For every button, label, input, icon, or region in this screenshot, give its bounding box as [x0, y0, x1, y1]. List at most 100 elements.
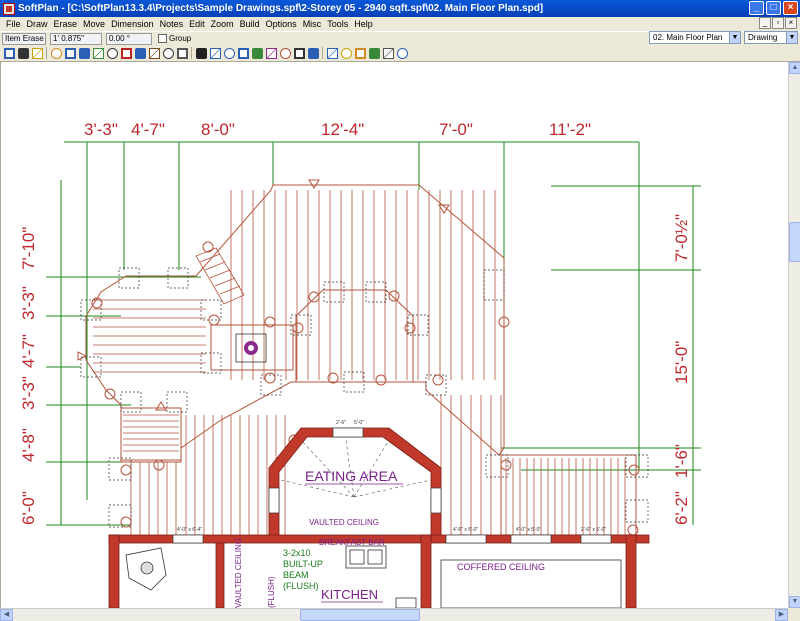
window-tag: 2'-6"	[336, 420, 346, 426]
layers-icon[interactable]	[266, 48, 277, 59]
menu-notes[interactable]: Notes	[157, 19, 187, 29]
zoom-out-icon[interactable]	[224, 48, 235, 59]
paint-icon[interactable]	[355, 48, 366, 59]
save-icon[interactable]	[4, 48, 15, 59]
doc-close-button[interactable]: ×	[785, 17, 797, 29]
menu-tools[interactable]: Tools	[324, 19, 351, 29]
maximize-button[interactable]: □	[766, 1, 781, 15]
beam-note-line: (FLUSH)	[283, 581, 319, 591]
menu-move[interactable]: Move	[80, 19, 108, 29]
scrollbar-corner	[788, 608, 800, 621]
zoom-fit-icon[interactable]	[238, 48, 249, 59]
top-dimension-label: 12'-4"	[321, 120, 364, 139]
right-dimension-label: 7'-0½"	[672, 214, 691, 262]
zoom-in-icon[interactable]	[210, 48, 221, 59]
pencil-icon[interactable]	[341, 48, 352, 59]
door-icon[interactable]	[149, 48, 160, 59]
menu-bar: FileDrawEraseMoveDimensionNotesEditZoomB…	[0, 17, 800, 31]
roof-icon[interactable]	[280, 48, 291, 59]
right-dimension-label: 1'-6"	[672, 444, 691, 478]
mode-field: Item Erase	[2, 33, 46, 45]
tool-bar	[0, 45, 800, 62]
grid2-icon[interactable]	[369, 48, 380, 59]
menu-file[interactable]: File	[3, 19, 24, 29]
text-icon[interactable]	[196, 48, 207, 59]
elevation-markers	[78, 180, 449, 410]
window-icon[interactable]	[135, 48, 146, 59]
dimension-icon[interactable]	[121, 48, 132, 59]
box-icon[interactable]	[163, 48, 174, 59]
3d-view-icon[interactable]	[327, 48, 338, 59]
group-checkbox[interactable]	[158, 34, 167, 43]
horizontal-scroll-thumb[interactable]	[300, 609, 420, 621]
undo-icon[interactable]	[65, 48, 76, 59]
left-dimension-label: 6'-0"	[19, 491, 38, 525]
top-dimension-label: 4'-7"	[131, 120, 165, 139]
doc-restore-button[interactable]: ▫	[772, 17, 784, 29]
window-openings	[173, 428, 611, 543]
menu-options[interactable]: Options	[263, 19, 300, 29]
view-select[interactable]: Drawing ▼	[744, 31, 798, 44]
scroll-left-icon[interactable]: ◀	[0, 609, 13, 621]
close-button[interactable]: ×	[783, 1, 798, 15]
beam-note-line: BEAM	[283, 570, 309, 580]
beam-note: 3-2x10 BUILT-UP BEAM (FLUSH)	[283, 548, 323, 591]
menu-erase[interactable]: Erase	[51, 19, 81, 29]
flush-label: (FLUSH)	[267, 576, 276, 608]
grid-icon[interactable]	[252, 48, 263, 59]
scroll-down-icon[interactable]: ▼	[789, 596, 800, 608]
menu-misc[interactable]: Misc	[300, 19, 325, 29]
elevation-icon[interactable]	[308, 48, 319, 59]
chevron-down-icon[interactable]: ▼	[729, 32, 740, 43]
scroll-right-icon[interactable]: ▶	[775, 609, 788, 621]
top-dimension-labels: 3'-3"4'-7"8'-0"12'-4"7'-0"11'-2"	[84, 120, 591, 139]
redo-icon[interactable]	[79, 48, 90, 59]
section-icon[interactable]	[294, 48, 305, 59]
left-dimension-label: 3'-3"	[19, 376, 38, 410]
chevron-down-icon[interactable]: ▼	[786, 32, 797, 43]
hatch-icon[interactable]	[177, 48, 188, 59]
menu-dimension[interactable]: Dimension	[108, 19, 157, 29]
camera-icon[interactable]	[383, 48, 394, 59]
title-bar: SoftPlan - [C:\SoftPlan13.3.4\Projects\S…	[0, 0, 800, 17]
left-dimension-label: 4'-8"	[19, 428, 38, 462]
left-dimension-label: 4'-7"	[19, 334, 38, 368]
drawing-canvas[interactable]: 3'-3"4'-7"8'-0"12'-4"7'-0"11'-2" 7'-10"3…	[0, 62, 788, 608]
menu-draw[interactable]: Draw	[24, 19, 51, 29]
window-tag: 4'-6" x 5'-0"	[453, 527, 478, 533]
drawing-select[interactable]: 02. Main Floor Plan ▼	[649, 31, 741, 44]
window-tag: 4'-0" x 5'-0"	[516, 527, 541, 533]
horizontal-scrollbar[interactable]: ◀ ▶	[0, 608, 788, 621]
beam-note-line: BUILT-UP	[283, 559, 323, 569]
doc-minimize-button[interactable]: _	[759, 17, 771, 29]
menu-edit[interactable]: Edit	[186, 19, 208, 29]
draw-wall-icon[interactable]	[93, 48, 104, 59]
scroll-up-icon[interactable]: ▲	[789, 62, 800, 74]
minimize-button[interactable]: _	[749, 1, 764, 15]
lock-icon[interactable]	[32, 48, 43, 59]
menu-build[interactable]: Build	[237, 19, 263, 29]
help-icon[interactable]	[397, 48, 408, 59]
group-label: Group	[169, 34, 191, 43]
floor-plan-drawing[interactable]: 3'-3"4'-7"8'-0"12'-4"7'-0"11'-2" 7'-10"3…	[1, 62, 788, 608]
hot-tub	[236, 334, 266, 362]
softplan-app-icon[interactable]	[3, 3, 15, 15]
window-tag: 4'-0" x 6'-4"	[177, 527, 202, 533]
stairs	[196, 248, 244, 304]
drawing-select-value: 02. Main Floor Plan	[653, 33, 722, 42]
print-icon[interactable]	[18, 48, 29, 59]
window-tag: 2'-6" x 5'-0"	[581, 527, 606, 533]
vertical-scrollbar[interactable]: ▲ ▼	[788, 62, 800, 608]
kitchen-label: KITCHEN	[321, 587, 378, 602]
length-field[interactable]: 1' 0.875"	[50, 33, 102, 45]
menu-help[interactable]: Help	[351, 19, 376, 29]
vaulted-ceiling-side-label: VAULTED CEILING	[234, 538, 243, 608]
left-dimension-labels: 7'-10"3'-3"4'-7"3'-3"4'-8"6'-0"	[19, 227, 38, 525]
menu-zoom[interactable]: Zoom	[208, 19, 237, 29]
open-icon[interactable]	[51, 48, 62, 59]
vertical-scroll-thumb[interactable]	[789, 222, 800, 262]
window-title: SoftPlan - [C:\SoftPlan13.3.4\Projects\S…	[18, 3, 543, 14]
angle-field[interactable]: 0.00 °	[106, 33, 152, 45]
line-icon[interactable]	[107, 48, 118, 59]
top-dimension-label: 3'-3"	[84, 120, 118, 139]
